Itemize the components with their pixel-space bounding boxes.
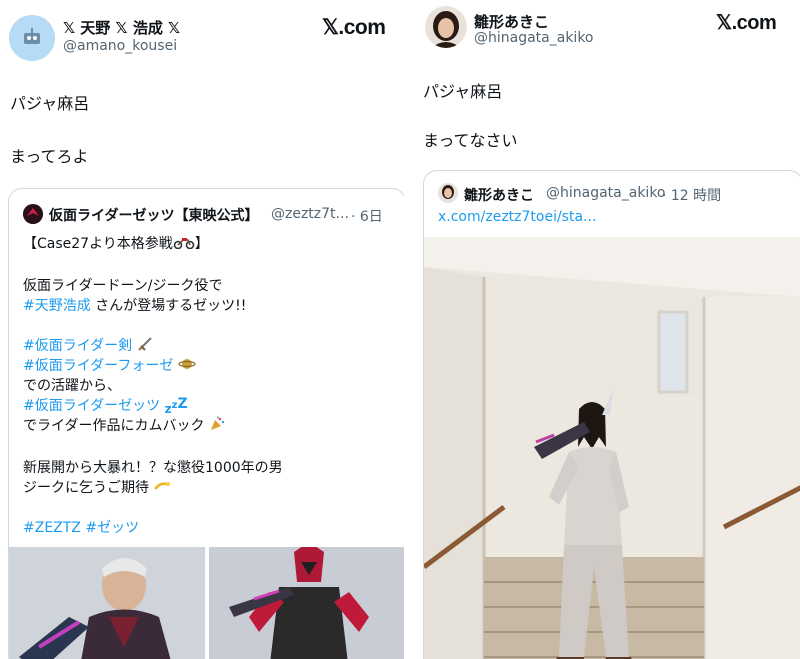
hashtag-link[interactable]: #仮面ライダーフォーゼ	[23, 358, 173, 374]
user-handle[interactable]: @amano_kousei	[63, 38, 177, 54]
quoted-time[interactable]: · 12 時間	[662, 185, 721, 205]
quoted-text-segment: 】	[194, 236, 209, 252]
quoted-text-segment: さんが登場するゼッツ!!	[90, 298, 247, 314]
quoted-display-name: 仮面ライダーゼッツ【東映公式】	[49, 208, 259, 224]
quoted-time[interactable]: · 6日	[351, 206, 383, 226]
quoted-text-segment: でライダー作品にカムバック	[23, 418, 205, 434]
hashtag-links[interactable]: #ZEZTZ #ゼッツ	[23, 517, 139, 537]
rider-suit-image	[209, 547, 404, 659]
right-post-card: 雛形あきこ @hinagata_akiko 𝕏.com パジャ麻呂 まってなさい…	[412, 0, 800, 659]
quoted-avatar[interactable]	[438, 183, 458, 203]
quoted-post[interactable]: 雛形あきこ @hinagata_akiko · 12 時間 x.com/zezt…	[423, 170, 800, 659]
quoted-text-line: #仮面ライダー剣	[23, 335, 155, 356]
quoted-media-photo[interactable]	[424, 237, 800, 659]
post-text-line: パジャ麻呂	[423, 82, 503, 101]
post-text-line: パジャ麻呂	[10, 94, 90, 113]
quoted-text-line: ジークに乞うご期待	[23, 477, 171, 497]
x-brand-logo: 𝕏.com	[716, 12, 777, 34]
rider-logo-icon	[23, 204, 43, 224]
quoted-display-name[interactable]: 雛形あきこ	[464, 185, 534, 205]
quoted-link[interactable]: x.com/zeztz7toei/sta...	[438, 209, 596, 225]
display-name[interactable]: 𝕏 天野 𝕏 浩成 𝕏	[63, 17, 180, 38]
party-popper-emoji-icon	[209, 416, 225, 436]
quoted-text-segment: 【Case27より本格参戦	[23, 236, 173, 252]
quoted-text-line: #仮面ライダーフォーゼ	[23, 355, 196, 376]
hashtag-link[interactable]: #天野浩成	[23, 298, 91, 314]
post-text-line: まってなさい	[423, 131, 518, 150]
staircase-photo-image	[424, 237, 800, 659]
motorcycle-emoji-icon	[173, 235, 195, 253]
hashtag-link[interactable]: #仮面ライダーゼッツ	[23, 398, 160, 414]
dizzy-emoji-icon	[153, 479, 171, 497]
quoted-text-line: での活躍から、	[23, 378, 121, 394]
quoted-text-line: 【Case27より本格参戦 】	[23, 233, 209, 253]
default-avatar-icon	[9, 15, 55, 61]
actor-photo-image	[9, 547, 205, 659]
quoted-text-line: でライダー作品にカムバック	[23, 415, 225, 436]
quoted-media-photo-actor[interactable]	[9, 547, 205, 659]
user-handle[interactable]: @hinagata_akiko	[474, 30, 594, 46]
avatar[interactable]	[9, 15, 55, 61]
sword-emoji-icon	[137, 336, 155, 356]
profile-photo-image	[425, 6, 467, 48]
x-brand-logo: 𝕏.com	[322, 16, 386, 39]
avatar[interactable]	[425, 6, 467, 48]
quoted-text-line: #仮面ライダーゼッツ zzZ	[23, 395, 188, 416]
zzz-emoji-icon: zzZ	[164, 396, 188, 416]
quoted-handle[interactable]: @zeztz7t...	[271, 206, 349, 222]
quoted-text-line: 新展開から大暴れ！？な懲役1000年の男	[23, 460, 283, 476]
quoted-post[interactable]: 仮面ライダーゼッツ【東映公式】 @zeztz7t... · 6日 【Case27…	[8, 188, 404, 659]
quoted-handle[interactable]: @hinagata_akiko	[546, 185, 666, 201]
quoted-media-photo-rider[interactable]	[209, 547, 404, 659]
quoted-avatar[interactable]	[23, 204, 43, 224]
display-name[interactable]: 雛形あきこ	[474, 11, 549, 32]
quoted-text-line: 仮面ライダードーン/ジーク役で	[23, 278, 223, 294]
post-text-line: まってろよ	[10, 147, 89, 166]
hashtag-link[interactable]: #仮面ライダー剣	[23, 338, 132, 354]
left-post-card: 𝕏 天野 𝕏 浩成 𝕏 @amano_kousei 𝕏.com パジャ麻呂 まっ…	[0, 0, 404, 659]
quoted-text-segment: ジークに乞うご期待	[23, 480, 149, 496]
quoted-text-line: #天野浩成 さんが登場するゼッツ!!	[23, 295, 246, 315]
planet-emoji-icon	[178, 356, 196, 376]
profile-photo-image	[438, 183, 458, 203]
